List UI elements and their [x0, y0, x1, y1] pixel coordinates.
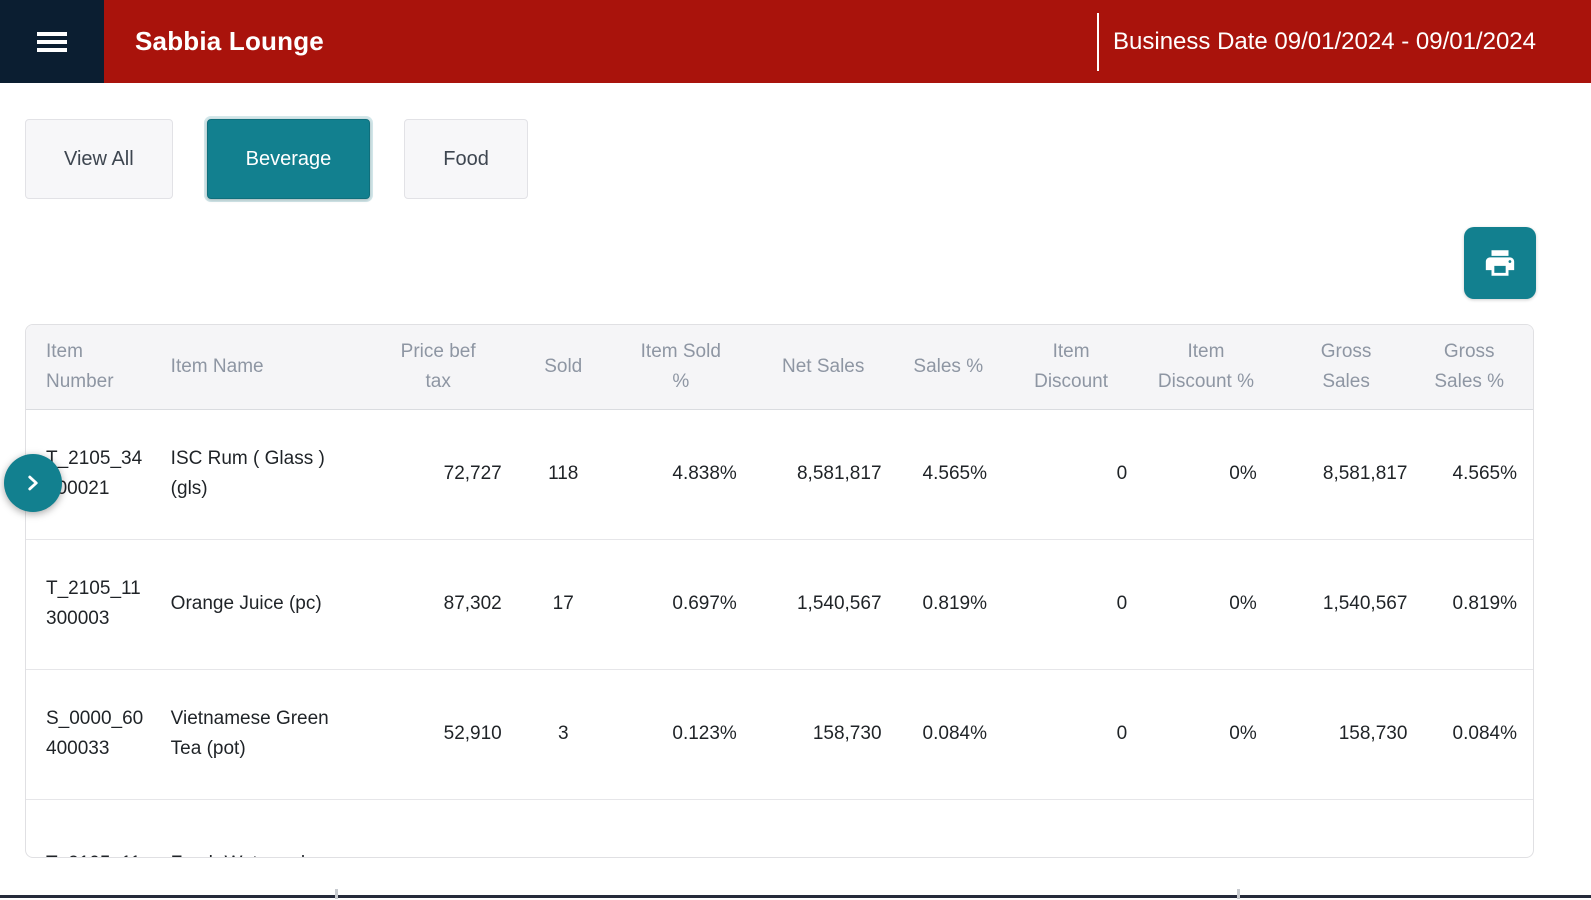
- gross-sales-pct-cell: 0.084%: [1421, 669, 1533, 799]
- sold-cell: [516, 799, 611, 858]
- print-row: [0, 227, 1591, 299]
- gross-sales-pct-cell: 0.819%: [1421, 539, 1533, 669]
- table-body: T_2105_34 300021 ISC Rum ( Glass ) (gls)…: [26, 409, 1533, 858]
- table-row[interactable]: S_0000_60 400033 Vietnamese Green Tea (p…: [26, 669, 1533, 799]
- net-sales-cell: 8,581,817: [751, 409, 896, 539]
- item-discount-pct-cell: 0%: [1141, 539, 1271, 669]
- item-number-cell: T_2105_11 300003: [26, 539, 171, 669]
- sales-pct-cell: [896, 799, 1001, 858]
- item-discount-pct-cell: 0%: [1141, 669, 1271, 799]
- food-button[interactable]: Food: [404, 119, 528, 199]
- item-sold-pct-cell: [611, 799, 751, 858]
- gross-sales-cell: [1271, 799, 1422, 858]
- item-name-cell: ISC Rum ( Glass ) (gls): [171, 409, 361, 539]
- col-item-discount: Item Discount: [1001, 325, 1141, 409]
- bottom-bar-tick: [1237, 889, 1240, 899]
- sold-cell: 3: [516, 669, 611, 799]
- menu-button[interactable]: [0, 0, 104, 83]
- business-date: Business Date 09/01/2024 - 09/01/2024: [1113, 28, 1536, 56]
- beverage-button[interactable]: Beverage: [207, 119, 371, 199]
- col-sold: Sold: [516, 325, 611, 409]
- item-sold-pct-cell: 4.838%: [611, 409, 751, 539]
- item-number-cell: S_0000_60 400033: [26, 669, 171, 799]
- sales-report-table-card: Item Number Item Name Price bef tax Sold…: [25, 324, 1534, 858]
- bottom-bar-tick: [335, 889, 338, 899]
- date-divider: [1097, 13, 1099, 71]
- chevron-right-icon: [20, 470, 46, 496]
- item-discount-cell: 0: [1001, 669, 1141, 799]
- sold-cell: 118: [516, 409, 611, 539]
- item-discount-cell: [1001, 799, 1141, 858]
- col-gross-sales-pct: Gross Sales %: [1421, 325, 1533, 409]
- page-title: Sabbia Lounge: [135, 26, 324, 57]
- business-date-wrap: Business Date 09/01/2024 - 09/01/2024: [1097, 0, 1536, 83]
- col-item-name: Item Name: [171, 325, 361, 409]
- col-net-sales: Net Sales: [751, 325, 896, 409]
- col-price-bef-tax: Price bef tax: [361, 325, 516, 409]
- table-row[interactable]: T_2105_11 300003 Orange Juice (pc) 87,30…: [26, 539, 1533, 669]
- item-sold-pct-cell: 0.123%: [611, 669, 751, 799]
- item-name-cell: Vietnamese Green Tea (pot): [171, 669, 361, 799]
- price-bef-tax-cell: 72,727: [361, 409, 516, 539]
- view-all-button[interactable]: View All: [25, 119, 173, 199]
- col-item-discount-pct: Item Discount %: [1141, 325, 1271, 409]
- print-button[interactable]: [1464, 227, 1536, 299]
- item-discount-pct-cell: 0%: [1141, 409, 1271, 539]
- hamburger-icon: [37, 32, 67, 52]
- col-gross-sales: Gross Sales: [1271, 325, 1422, 409]
- gross-sales-cell: 1,540,567: [1271, 539, 1422, 669]
- sales-report-table: Item Number Item Name Price bef tax Sold…: [26, 325, 1533, 858]
- item-discount-cell: 0: [1001, 539, 1141, 669]
- col-sales-pct: Sales %: [896, 325, 1001, 409]
- sales-pct-cell: 0.084%: [896, 669, 1001, 799]
- sales-pct-cell: 0.819%: [896, 539, 1001, 669]
- col-item-sold-pct: Item Sold %: [611, 325, 751, 409]
- gross-sales-cell: 8,581,817: [1271, 409, 1422, 539]
- table-row[interactable]: T_2105_34 300021 ISC Rum ( Glass ) (gls)…: [26, 409, 1533, 539]
- app-bar: Sabbia Lounge Business Date 09/01/2024 -…: [0, 0, 1591, 83]
- sold-cell: 17: [516, 539, 611, 669]
- net-sales-cell: [751, 799, 896, 858]
- table-row[interactable]: T_2105_11 Fresh Watermelon: [26, 799, 1533, 858]
- gross-sales-pct-cell: 4.565%: [1421, 409, 1533, 539]
- bottom-bar: [0, 895, 1591, 898]
- gross-sales-cell: 158,730: [1271, 669, 1422, 799]
- sales-pct-cell: 4.565%: [896, 409, 1001, 539]
- item-number-cell: T_2105_11: [26, 799, 171, 858]
- item-discount-cell: 0: [1001, 409, 1141, 539]
- printer-icon: [1483, 246, 1517, 280]
- expand-row-button[interactable]: [4, 454, 62, 512]
- price-bef-tax-cell: 87,302: [361, 539, 516, 669]
- item-name-cell: Orange Juice (pc): [171, 539, 361, 669]
- table-header-row: Item Number Item Name Price bef tax Sold…: [26, 325, 1533, 409]
- gross-sales-pct-cell: [1421, 799, 1533, 858]
- col-item-number: Item Number: [26, 325, 171, 409]
- item-sold-pct-cell: 0.697%: [611, 539, 751, 669]
- item-discount-pct-cell: [1141, 799, 1271, 858]
- category-filters: View All Beverage Food: [25, 119, 1591, 199]
- net-sales-cell: 158,730: [751, 669, 896, 799]
- price-bef-tax-cell: [361, 799, 516, 858]
- price-bef-tax-cell: 52,910: [361, 669, 516, 799]
- net-sales-cell: 1,540,567: [751, 539, 896, 669]
- item-name-cell: Fresh Watermelon: [171, 799, 361, 858]
